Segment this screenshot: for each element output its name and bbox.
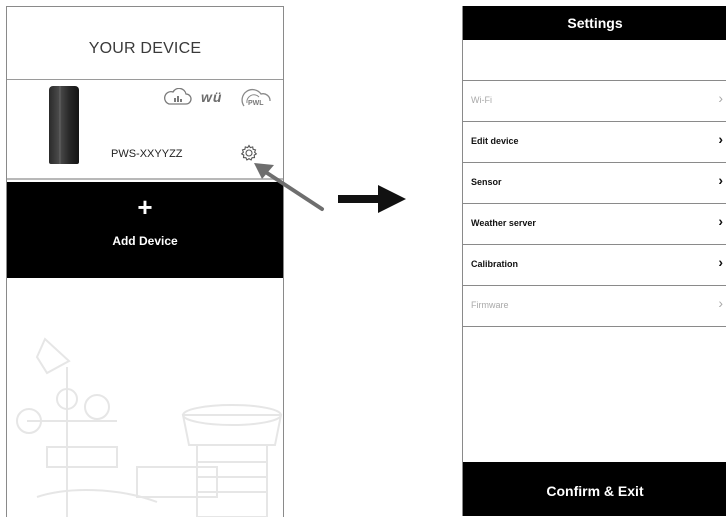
menu-item-label: Calibration <box>471 259 519 269</box>
device-list-screen: YOUR DEVICE wü PWL PWS-XXYYZZ + Add Devi… <box>6 6 284 517</box>
cloud-chart-icon <box>164 88 192 105</box>
device-name: PWS-XXYYZZ <box>111 148 183 160</box>
chevron-right-icon: › <box>718 172 723 188</box>
add-device-button[interactable]: + Add Device <box>7 182 283 278</box>
page-title: YOUR DEVICE <box>88 40 202 57</box>
menu-item-label: Weather server <box>471 218 536 228</box>
menu-item-calibration[interactable]: Calibration › <box>463 245 726 286</box>
menu-item-firmware[interactable]: Firmware › <box>463 286 726 327</box>
menu-item-label: Sensor <box>471 177 502 187</box>
confirm-exit-button[interactable]: Confirm & Exit <box>463 462 726 516</box>
menu-item-sensor[interactable]: Sensor › <box>463 163 726 204</box>
device-card[interactable]: wü PWL PWS-XXYYZZ <box>7 80 283 179</box>
svg-text:PWL: PWL <box>248 100 264 107</box>
settings-screen: Settings Wi-Fi › Edit device › Sensor › … <box>462 6 726 516</box>
chevron-right-icon: › <box>718 295 723 311</box>
divider <box>7 178 283 180</box>
chevron-right-icon: › <box>718 254 723 270</box>
right-arrow-icon <box>338 185 406 213</box>
menu-item-edit-device[interactable]: Edit device › <box>463 122 726 163</box>
device-image <box>49 86 79 164</box>
weather-station-watermark <box>16 337 283 517</box>
pwl-icon: PWL <box>241 88 271 107</box>
wu-logo: wü <box>201 89 223 105</box>
settings-menu: Wi-Fi › Edit device › Sensor › Weather s… <box>463 80 726 327</box>
settings-title: Settings <box>463 6 726 40</box>
menu-item-label: Firmware <box>471 300 509 310</box>
chevron-right-icon: › <box>718 131 723 147</box>
chevron-right-icon: › <box>718 90 723 106</box>
menu-item-weather-server[interactable]: Weather server › <box>463 204 726 245</box>
pointer-arrow-icon <box>254 163 324 211</box>
menu-item-wifi[interactable]: Wi-Fi › <box>463 81 726 122</box>
add-device-label: Add Device <box>112 234 178 248</box>
menu-item-label: Edit device <box>471 136 519 146</box>
plus-icon: + <box>137 192 153 222</box>
menu-item-label: Wi-Fi <box>471 95 492 105</box>
chevron-right-icon: › <box>718 213 723 229</box>
